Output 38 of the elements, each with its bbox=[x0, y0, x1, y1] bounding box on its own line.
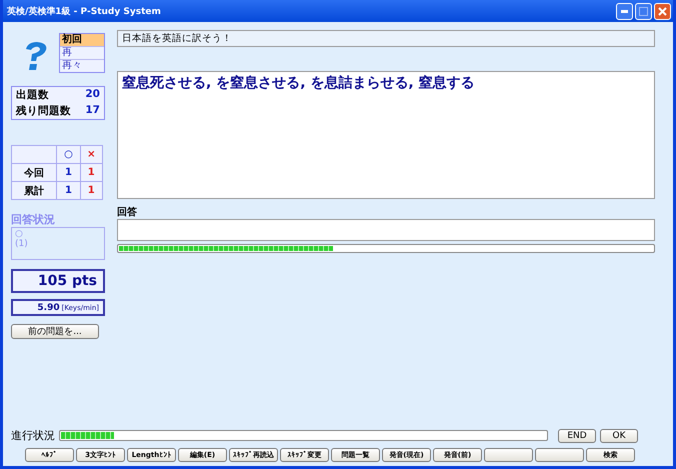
function-key[interactable] bbox=[535, 448, 584, 462]
maximize-button[interactable] bbox=[635, 2, 652, 20]
mode-item[interactable]: 再々 bbox=[60, 59, 104, 72]
mode-item[interactable]: 再 bbox=[60, 46, 104, 59]
minimize-icon bbox=[621, 10, 628, 12]
answer-status-title: 回答状況 bbox=[11, 212, 56, 227]
question-text: 窒息死させる, を窒息させる, を息詰まらせる, 窒息する bbox=[117, 71, 655, 199]
table-cell: 1 bbox=[56, 182, 80, 200]
count-label: 出題数 bbox=[16, 88, 49, 102]
status-note: (1) bbox=[15, 239, 29, 249]
close-button[interactable] bbox=[654, 2, 671, 20]
table-cell bbox=[12, 146, 57, 164]
end-button[interactable]: END bbox=[558, 428, 596, 442]
previous-question-button[interactable]: 前の問題を... bbox=[11, 324, 99, 339]
count-value: 17 bbox=[85, 104, 100, 118]
close-icon bbox=[658, 6, 667, 16]
instruction-text: 日本語を英語に訳そう！ bbox=[117, 30, 655, 47]
answer-field[interactable] bbox=[117, 219, 655, 241]
row-label: 今回 bbox=[12, 164, 57, 182]
count-label: 残り問題数 bbox=[16, 104, 71, 118]
ok-button[interactable]: OK bbox=[600, 428, 638, 442]
function-key[interactable] bbox=[484, 448, 533, 462]
minimize-button[interactable] bbox=[616, 2, 633, 20]
count-value: 20 bbox=[85, 88, 100, 102]
table-cell: 1 bbox=[80, 164, 102, 182]
mode-item[interactable]: 初回 bbox=[60, 34, 104, 46]
progress-label: 進行状況 bbox=[11, 428, 55, 443]
status-mark: ○ bbox=[15, 229, 24, 239]
table-cell: 1 bbox=[56, 164, 80, 182]
table-cell: 1 bbox=[80, 182, 102, 200]
window-title: 英検/英検準1級 - P-Study System bbox=[7, 5, 161, 18]
answer-label: 回答 bbox=[117, 206, 138, 219]
table-header: × bbox=[80, 146, 102, 164]
question-mark-icon bbox=[23, 41, 49, 71]
maximize-icon bbox=[639, 6, 648, 16]
points-display: 105 pts bbox=[11, 269, 105, 293]
row-label: 累計 bbox=[12, 182, 57, 200]
table-header: ○ bbox=[56, 146, 80, 164]
